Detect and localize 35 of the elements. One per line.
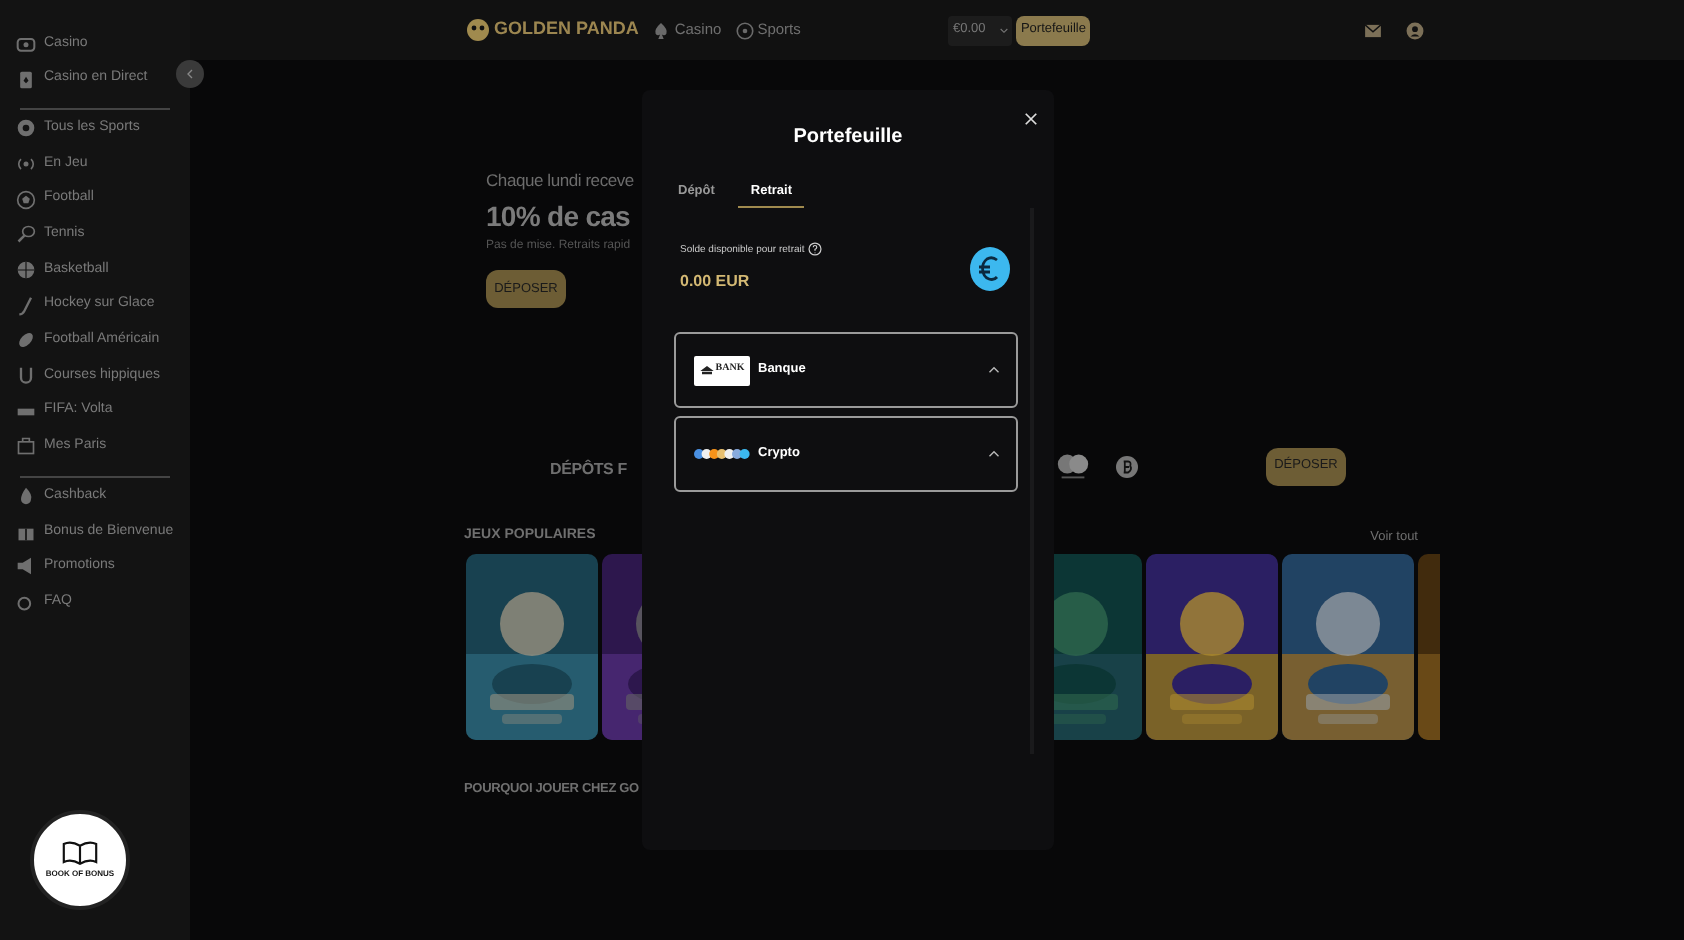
broadcast-icon xyxy=(16,153,36,174)
megaphone-icon xyxy=(16,556,36,577)
section-title: DÉPÔTS F xyxy=(550,460,627,478)
promo-text: Chaque lundi receve xyxy=(486,168,634,194)
football-icon xyxy=(16,189,36,210)
chevron-down-icon xyxy=(1000,27,1009,33)
promo-headline: 10% de cas xyxy=(486,198,630,236)
close-button[interactable] xyxy=(1020,108,1040,128)
collapse-button[interactable] xyxy=(176,60,204,88)
chevron-left-icon xyxy=(186,68,194,80)
euro-icon xyxy=(970,246,1010,292)
horseshoe-icon xyxy=(16,366,36,387)
american-football-icon xyxy=(16,330,36,351)
card-icon xyxy=(16,69,36,90)
mail-icon[interactable] xyxy=(1364,23,1382,37)
modal-title: Portefeuille xyxy=(793,126,903,150)
panda-logo-icon xyxy=(466,18,490,42)
close-icon xyxy=(1023,111,1037,125)
bitcoin-icon xyxy=(1116,455,1138,477)
spade-icon xyxy=(652,21,671,39)
logo-text[interactable]: GOLDEN PANDA xyxy=(494,16,639,44)
user-icon[interactable] xyxy=(1406,21,1424,39)
basketball-icon xyxy=(16,259,36,280)
chevron-up-icon[interactable] xyxy=(988,366,1000,374)
mastercard-icon xyxy=(1054,452,1092,480)
help-icon[interactable] xyxy=(808,241,823,255)
coins-icon xyxy=(694,448,750,460)
briefcase-icon xyxy=(16,436,36,457)
book-icon xyxy=(62,840,98,866)
bank-icon xyxy=(699,365,714,375)
ball-icon xyxy=(735,21,754,39)
ball-icon xyxy=(16,118,36,139)
chevron-up-icon[interactable] xyxy=(988,450,1000,458)
hockey-stick-icon xyxy=(16,295,36,316)
balance-value: 0.00 EUR xyxy=(680,269,752,294)
